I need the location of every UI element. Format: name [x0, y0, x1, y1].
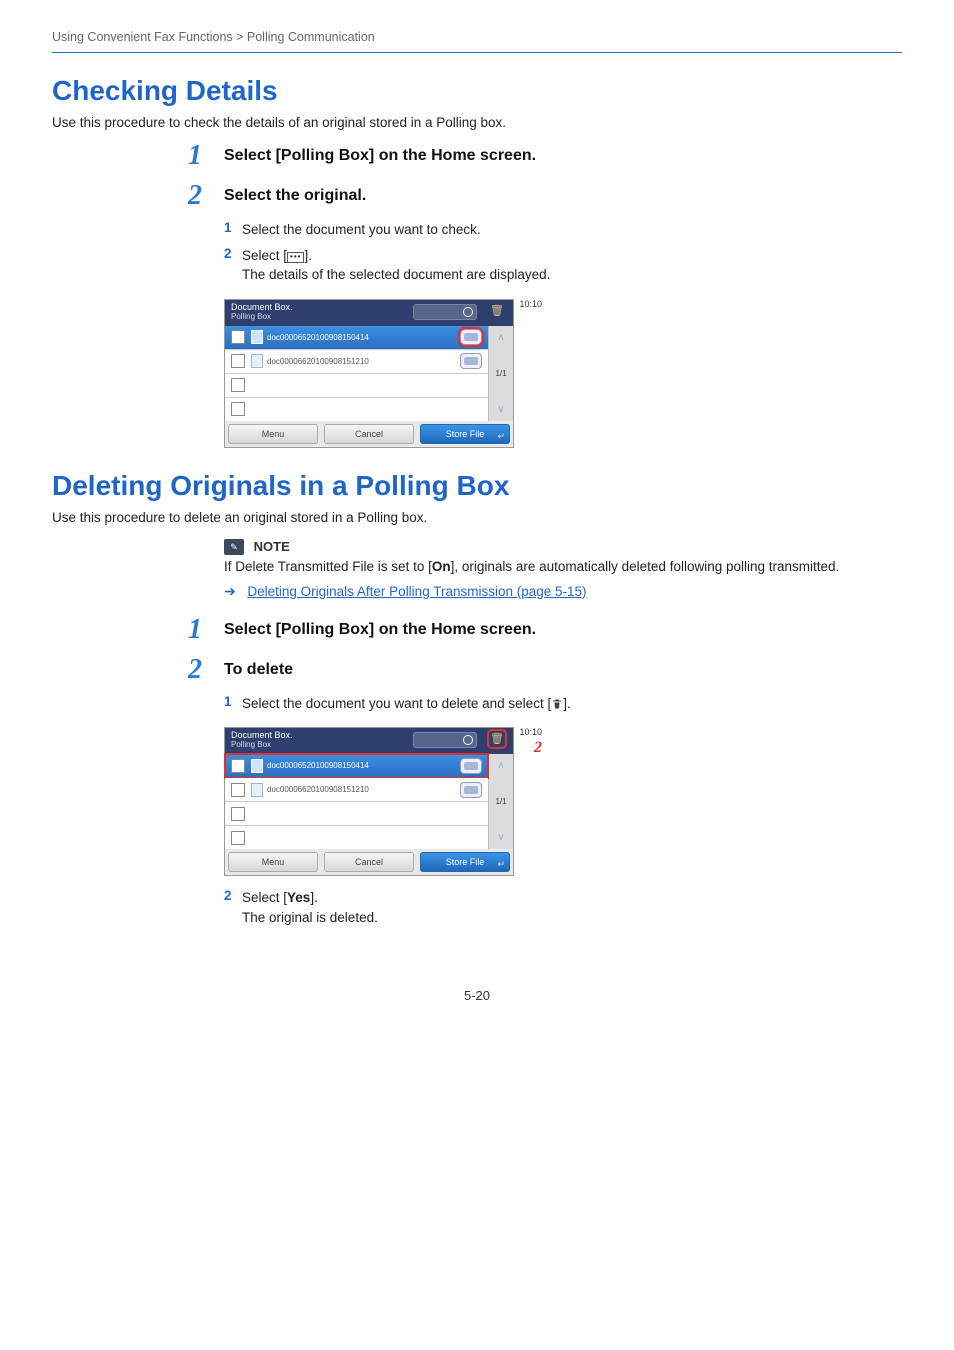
- checkbox-icon: [231, 831, 245, 845]
- checkbox-icon[interactable]: ✓: [231, 759, 245, 773]
- note-text: If Delete Transmitted File is set to [On…: [224, 557, 902, 577]
- step-2-title-del: To delete: [224, 658, 293, 681]
- substep-text: Select the document you want to check.: [242, 220, 481, 240]
- document-icon: [251, 354, 263, 368]
- list-row-selected[interactable]: ✓ doc00006520100908150414: [225, 326, 488, 350]
- substep-number: 2: [224, 888, 242, 927]
- document-icon: [251, 759, 263, 773]
- cancel-button[interactable]: Cancel: [324, 852, 414, 872]
- menu-button[interactable]: Menu: [228, 852, 318, 872]
- cancel-button[interactable]: Cancel: [324, 424, 414, 444]
- header-rule: [52, 52, 902, 53]
- step-number-2: 2: [188, 182, 224, 210]
- row-label: doc00006620100908151210: [267, 357, 460, 366]
- preview-thumbnail[interactable]: [460, 329, 482, 345]
- note-text-a: If Delete Transmitted File is set to [: [224, 559, 432, 574]
- page-indicator: 1/1: [495, 349, 506, 398]
- checkbox-icon[interactable]: [231, 354, 245, 368]
- document-icon: [251, 783, 263, 797]
- list-row-empty: [225, 802, 488, 826]
- panel-header: Document Box. Polling Box 🗑: [225, 728, 513, 754]
- heading-deleting-originals: Deleting Originals in a Polling Box: [52, 470, 902, 502]
- scroll-column: ∧ 1/1 ∨: [488, 326, 513, 421]
- substep-number: 2: [224, 246, 242, 285]
- step-2-title: Select the original.: [224, 184, 366, 207]
- checkbox-icon: [231, 378, 245, 392]
- note-label: NOTE: [254, 539, 290, 554]
- breadcrumb: Using Convenient Fax Functions > Polling…: [52, 30, 902, 52]
- substep-text-c: The original is deleted.: [242, 910, 378, 925]
- screenshot-panel: 10:10 Document Box. Polling Box 🗑 ✓ doc0…: [224, 299, 514, 448]
- substep-text-b: ].: [310, 890, 318, 905]
- scroll-up-icon[interactable]: ∧: [489, 754, 513, 777]
- checkbox-icon: [231, 807, 245, 821]
- xref-link[interactable]: Deleting Originals After Polling Transmi…: [247, 584, 586, 599]
- intro-deleting: Use this procedure to delete an original…: [52, 510, 902, 525]
- list-row-empty: [225, 374, 488, 398]
- note-icon: ✎: [224, 539, 244, 555]
- substep-text-b: ].: [563, 696, 571, 711]
- checkbox-icon[interactable]: ✓: [231, 330, 245, 344]
- scroll-up-icon[interactable]: ∧: [489, 326, 513, 349]
- substep-text: Select [•••]. The details of the selecte…: [242, 246, 550, 285]
- store-file-button[interactable]: Store File: [420, 424, 510, 444]
- preview-thumbnail[interactable]: [460, 758, 482, 774]
- row-label: doc00006520100908150414: [267, 761, 460, 770]
- step-number-1: 1: [188, 616, 224, 644]
- step-1-title: Select [Polling Box] on the Home screen.: [224, 144, 536, 167]
- page-indicator: 1/1: [495, 777, 506, 826]
- trash-icon[interactable]: 🗑: [489, 731, 505, 747]
- row-label: doc00006620100908151210: [267, 785, 460, 794]
- scroll-down-icon[interactable]: ∨: [489, 398, 513, 421]
- list-row-empty: [225, 826, 488, 849]
- scroll-column: ∧ 1/1 ∨: [488, 754, 513, 849]
- list-row-empty: [225, 398, 488, 421]
- list-row[interactable]: doc00006620100908151210: [225, 350, 488, 374]
- note-text-b: ], originals are automatically deleted f…: [451, 559, 840, 574]
- row-label: doc00006520100908150414: [267, 333, 460, 342]
- list-row-selected[interactable]: ✓ doc00006520100908150414: [225, 754, 488, 778]
- panel-clock: 10:10: [519, 299, 542, 309]
- list-row[interactable]: doc00006620100908151210: [225, 778, 488, 802]
- screenshot-panel: 10:10 2 1 Document Box. Polling Box 🗑 ✓ …: [224, 727, 514, 876]
- substep-text-b: ].: [304, 248, 312, 263]
- preview-thumbnail[interactable]: [460, 353, 482, 369]
- search-icon[interactable]: [413, 304, 477, 320]
- step-number-1: 1: [188, 142, 224, 170]
- search-icon[interactable]: [413, 732, 477, 748]
- trash-icon[interactable]: 🗑: [489, 303, 505, 319]
- scroll-down-icon[interactable]: ∨: [489, 826, 513, 849]
- panel-clock: 10:10: [519, 727, 542, 737]
- panel-header: Document Box. Polling Box 🗑: [225, 300, 513, 326]
- intro-checking: Use this procedure to check the details …: [52, 115, 902, 130]
- store-file-button[interactable]: Store File: [420, 852, 510, 872]
- ellipsis-icon: •••: [287, 252, 304, 263]
- page-number: 5-20: [52, 988, 902, 1003]
- cross-reference: ➔ Deleting Originals After Polling Trans…: [224, 583, 902, 600]
- callout-2: 2: [534, 739, 542, 757]
- substep-yes: Yes: [287, 890, 310, 905]
- substep-number: 1: [224, 694, 242, 714]
- arrow-icon: ➔: [224, 583, 236, 600]
- substep-text-c: The details of the selected document are…: [242, 267, 550, 282]
- substep-text: Select the document you want to delete a…: [242, 694, 571, 714]
- note-header: ✎ NOTE: [224, 539, 902, 556]
- trash-icon: [551, 696, 563, 708]
- step-1-title-del: Select [Polling Box] on the Home screen.: [224, 618, 536, 641]
- checkbox-icon: [231, 402, 245, 416]
- substep-text-a: Select [: [242, 890, 287, 905]
- substep-text: Select [Yes]. The original is deleted.: [242, 888, 378, 927]
- preview-thumbnail[interactable]: [460, 782, 482, 798]
- document-icon: [251, 330, 263, 344]
- menu-button[interactable]: Menu: [228, 424, 318, 444]
- step-number-2: 2: [188, 656, 224, 684]
- substep-text-a: Select the document you want to delete a…: [242, 696, 551, 711]
- substep-text-a: Select [: [242, 248, 287, 263]
- heading-checking-details: Checking Details: [52, 75, 902, 107]
- note-on: On: [432, 559, 451, 574]
- checkbox-icon[interactable]: [231, 783, 245, 797]
- substep-number: 1: [224, 220, 242, 240]
